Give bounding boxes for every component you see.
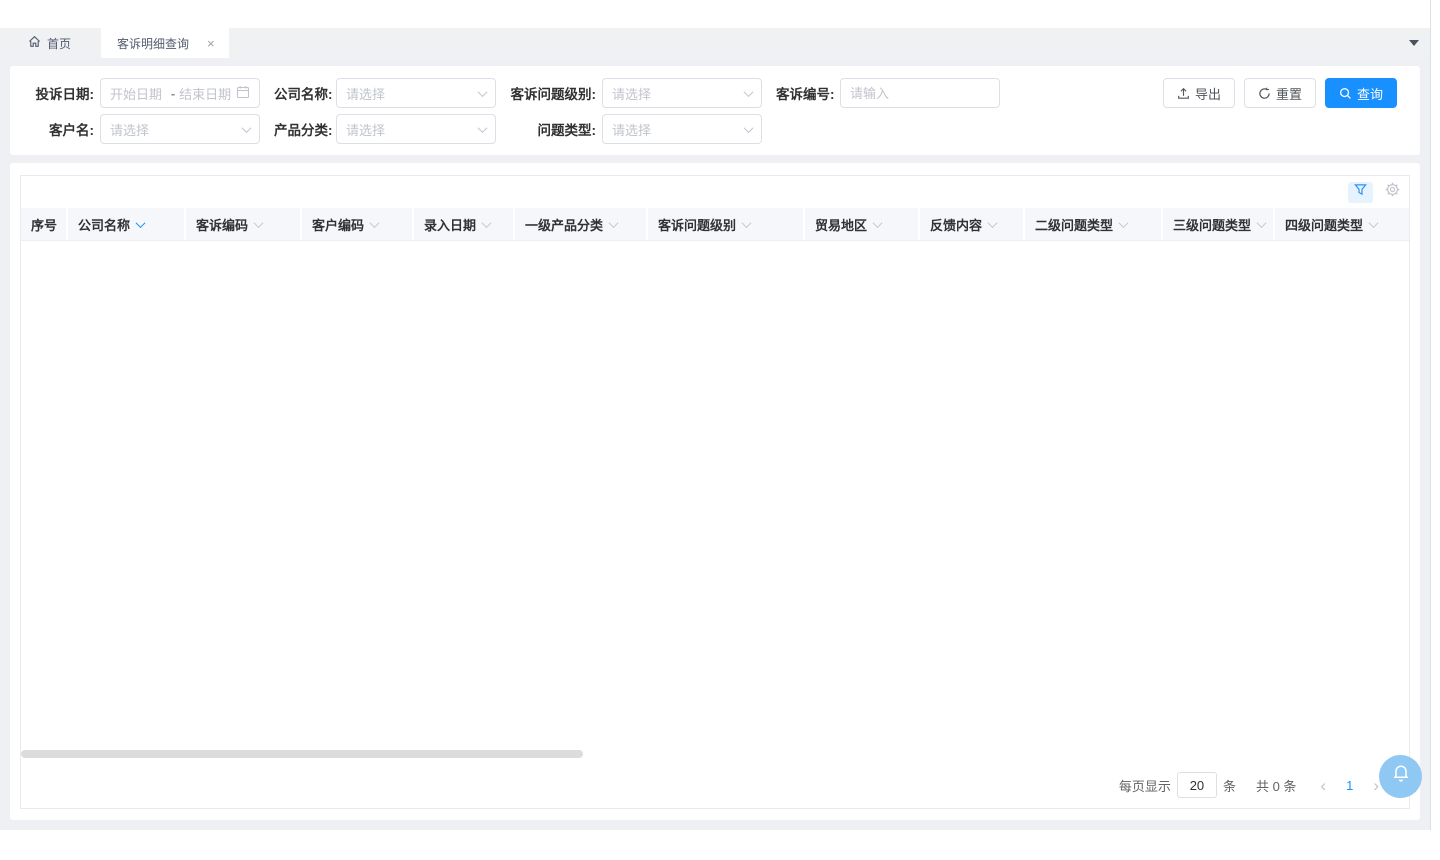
complaint-date-label: 投诉日期: <box>30 83 100 103</box>
export-icon <box>1177 87 1190 100</box>
sort-chevron-icon[interactable] <box>482 218 492 228</box>
pagination-bar: 每页显示 条 共 0 条 ‹ 1 › <box>21 762 1409 808</box>
export-label: 导出 <box>1195 84 1221 103</box>
customer-name-placeholder: 请选择 <box>110 120 237 139</box>
sort-chevron-icon[interactable] <box>1119 218 1129 228</box>
sort-chevron-icon[interactable] <box>742 218 752 228</box>
column-header-problem-type-l4[interactable]: 四级问题类型 <box>1275 208 1409 240</box>
company-name-select[interactable]: 请选择 <box>336 78 496 108</box>
complaint-no-field[interactable] <box>840 78 1000 108</box>
column-header-trade-region[interactable]: 贸易地区 <box>805 208 920 240</box>
sort-chevron-icon[interactable] <box>136 218 146 228</box>
export-button[interactable]: 导出 <box>1163 78 1235 108</box>
per-page-label: 每页显示 <box>1119 776 1171 795</box>
product-category-placeholder: 请选择 <box>346 120 473 139</box>
sort-chevron-icon[interactable] <box>873 218 883 228</box>
filter-panel: 投诉日期: 开始日期 - 结束日期 公司名称: 请选择 <box>10 66 1420 155</box>
total-count-text: 共 0 条 <box>1256 776 1296 795</box>
complaint-no-label: 客诉编号: <box>776 83 840 103</box>
sort-chevron-icon[interactable] <box>1369 218 1379 228</box>
tab-bar: 首页 客诉明细查询 × <box>0 28 1430 58</box>
filter-row-2: 客户名: 请选择 产品分类: 请选择 问题类型: 请选择 <box>30 114 1400 144</box>
table-panel: 序号 公司名称 客诉编码 客户编码 录入日期 一级产品分类 <box>10 163 1420 820</box>
home-icon <box>28 35 41 51</box>
product-category-select[interactable]: 请选择 <box>336 114 496 144</box>
data-grid: 序号 公司名称 客诉编码 客户编码 录入日期 一级产品分类 <box>20 175 1410 809</box>
per-page-unit: 条 <box>1223 776 1236 795</box>
date-start-placeholder: 开始日期 <box>110 84 167 103</box>
customer-name-select[interactable]: 请选择 <box>100 114 260 144</box>
window-top-space <box>0 0 1430 28</box>
search-icon <box>1339 87 1352 100</box>
complaint-level-placeholder: 请选择 <box>612 84 739 103</box>
filter-tool-button[interactable] <box>1348 182 1373 203</box>
tab-list-caret-icon[interactable] <box>1409 40 1419 46</box>
column-header-seq: 序号 <box>21 208 68 240</box>
chevron-down-icon <box>242 123 252 133</box>
column-header-company-name[interactable]: 公司名称 <box>68 208 186 240</box>
company-name-label: 公司名称: <box>274 83 336 103</box>
app-window: 首页 客诉明细查询 × 投诉日期: 开始日期 - 结束日期 <box>0 0 1431 830</box>
column-header-problem-type-l2[interactable]: 二级问题类型 <box>1025 208 1163 240</box>
prev-page-button[interactable]: ‹ <box>1320 777 1326 794</box>
sort-chevron-icon[interactable] <box>1257 218 1267 228</box>
column-header-product-category-l1[interactable]: 一级产品分类 <box>515 208 648 240</box>
problem-type-label: 问题类型: <box>510 119 602 139</box>
filter-actions: 导出 重置 <box>1163 78 1397 108</box>
reset-icon <box>1258 87 1271 100</box>
column-header-complaint-level[interactable]: 客诉问题级别 <box>648 208 805 240</box>
chevron-down-icon <box>478 87 488 97</box>
date-end-placeholder: 结束日期 <box>179 84 236 103</box>
sort-chevron-icon[interactable] <box>609 218 619 228</box>
funnel-icon <box>1354 183 1367 201</box>
per-page-input[interactable] <box>1177 772 1217 798</box>
next-page-button[interactable]: › <box>1373 777 1379 794</box>
horizontal-scrollbar-thumb[interactable] <box>21 750 583 758</box>
complaint-date-range-picker[interactable]: 开始日期 - 结束日期 <box>100 78 260 108</box>
column-header-customer-code[interactable]: 客户编码 <box>302 208 414 240</box>
customer-name-label: 客户名: <box>30 119 100 139</box>
company-name-placeholder: 请选择 <box>346 84 473 103</box>
tab-active-label: 客诉明细查询 <box>117 35 189 52</box>
complaint-level-select[interactable]: 请选择 <box>602 78 762 108</box>
sort-chevron-icon[interactable] <box>988 218 998 228</box>
page-content: 投诉日期: 开始日期 - 结束日期 公司名称: 请选择 <box>0 58 1430 830</box>
column-settings-button[interactable] <box>1385 182 1400 202</box>
chevron-down-icon <box>744 123 754 133</box>
tab-close-icon[interactable]: × <box>207 37 215 50</box>
problem-type-select[interactable]: 请选择 <box>602 114 762 144</box>
column-header-problem-type-l3[interactable]: 三级问题类型 <box>1163 208 1275 240</box>
sort-chevron-icon[interactable] <box>370 218 380 228</box>
tab-complaint-query[interactable]: 客诉明细查询 × <box>101 28 229 58</box>
notification-bell-button[interactable] <box>1379 755 1422 798</box>
search-label: 查询 <box>1357 84 1383 103</box>
tab-home-label: 首页 <box>47 35 71 52</box>
chevron-down-icon <box>478 123 488 133</box>
grid-header-row: 序号 公司名称 客诉编码 客户编码 录入日期 一级产品分类 <box>21 208 1409 241</box>
column-header-entry-date[interactable]: 录入日期 <box>414 208 515 240</box>
column-header-feedback-content[interactable]: 反馈内容 <box>920 208 1025 240</box>
sort-chevron-icon[interactable] <box>254 218 264 228</box>
column-header-complaint-code[interactable]: 客诉编码 <box>186 208 302 240</box>
reset-button[interactable]: 重置 <box>1244 78 1316 108</box>
search-button[interactable]: 查询 <box>1325 78 1397 108</box>
complaint-level-label: 客诉问题级别: <box>510 83 602 103</box>
date-range-separator: - <box>167 86 179 101</box>
bell-icon <box>1390 763 1412 790</box>
grid-toolbar <box>21 176 1409 208</box>
grid-body-empty <box>21 241 1409 762</box>
problem-type-placeholder: 请选择 <box>612 120 739 139</box>
chevron-down-icon <box>744 87 754 97</box>
current-page-number[interactable]: 1 <box>1346 778 1353 793</box>
product-category-label: 产品分类: <box>274 119 336 139</box>
calendar-icon <box>236 85 250 102</box>
tab-home[interactable]: 首页 <box>0 28 101 58</box>
reset-label: 重置 <box>1276 84 1302 103</box>
complaint-no-input[interactable] <box>850 79 990 107</box>
gear-icon <box>1385 182 1400 202</box>
